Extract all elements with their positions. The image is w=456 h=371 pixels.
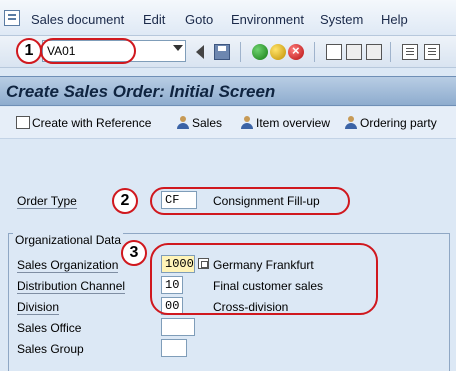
menu-goto[interactable]: Goto: [185, 12, 213, 27]
menu-system[interactable]: System: [320, 12, 363, 27]
sales-label: Sales: [192, 116, 223, 130]
system-menu-icon[interactable]: [4, 10, 20, 26]
toolbar-separator: [314, 42, 315, 62]
toolbar-separator: [390, 42, 391, 62]
annotation-marker-2: 2: [112, 188, 138, 214]
create-with-reference-label: Create with Reference: [32, 116, 152, 130]
annotation-oval-2: [150, 187, 350, 215]
title-bar: Create Sales Order: Initial Screen: [0, 76, 456, 106]
save-icon[interactable]: [214, 44, 230, 60]
toolbar-separator: [240, 42, 241, 62]
previous-page-icon[interactable]: [424, 44, 440, 60]
back-triangle-icon[interactable]: [196, 45, 204, 59]
sales-office-field[interactable]: [161, 318, 195, 336]
document-icon: [16, 116, 30, 129]
dist-channel-label: Distribution Channel: [17, 279, 126, 294]
person-icon: [344, 116, 358, 129]
sales-button[interactable]: Sales: [176, 116, 222, 130]
item-overview-button[interactable]: Item overview: [240, 116, 330, 130]
exit-icon[interactable]: [270, 44, 286, 60]
annotation-oval-1: [40, 38, 136, 64]
application-toolbar: Create with Reference Sales Item overvie…: [0, 107, 456, 139]
menu-edit[interactable]: Edit: [143, 12, 165, 27]
annotation-marker-1: 1: [16, 38, 42, 64]
chevron-down-icon[interactable]: [173, 45, 183, 51]
create-with-reference-button[interactable]: Create with Reference: [16, 116, 151, 130]
person-icon: [240, 116, 254, 129]
menu-bar: Sales document Edit Goto Environment Sys…: [0, 0, 456, 36]
annotation-oval-3: [150, 243, 378, 315]
sales-org-label: Sales Organization: [17, 258, 119, 273]
back-icon[interactable]: [252, 44, 268, 60]
print-icon[interactable]: [326, 44, 342, 60]
person-icon: [176, 116, 190, 129]
find-next-icon[interactable]: [366, 44, 382, 60]
cancel-icon[interactable]: [288, 43, 304, 60]
sales-group-field[interactable]: [161, 339, 187, 357]
annotation-marker-3: 3: [121, 240, 147, 266]
order-type-label: Order Type: [17, 194, 77, 209]
page-title: Create Sales Order: Initial Screen: [6, 82, 276, 101]
first-page-icon[interactable]: [402, 44, 418, 60]
find-icon[interactable]: [346, 44, 362, 60]
item-overview-label: Item overview: [256, 116, 331, 130]
ordering-party-button[interactable]: Ordering party: [344, 116, 437, 130]
division-label: Division: [17, 300, 60, 315]
group-title: Organizational Data: [13, 233, 124, 247]
menu-sales-document[interactable]: Sales document: [31, 12, 124, 27]
menu-help[interactable]: Help: [381, 12, 408, 27]
sales-office-label: Sales Office: [17, 321, 82, 335]
menu-environment[interactable]: Environment: [231, 12, 304, 27]
ordering-party-label: Ordering party: [360, 116, 437, 130]
sales-group-label: Sales Group: [17, 342, 84, 356]
